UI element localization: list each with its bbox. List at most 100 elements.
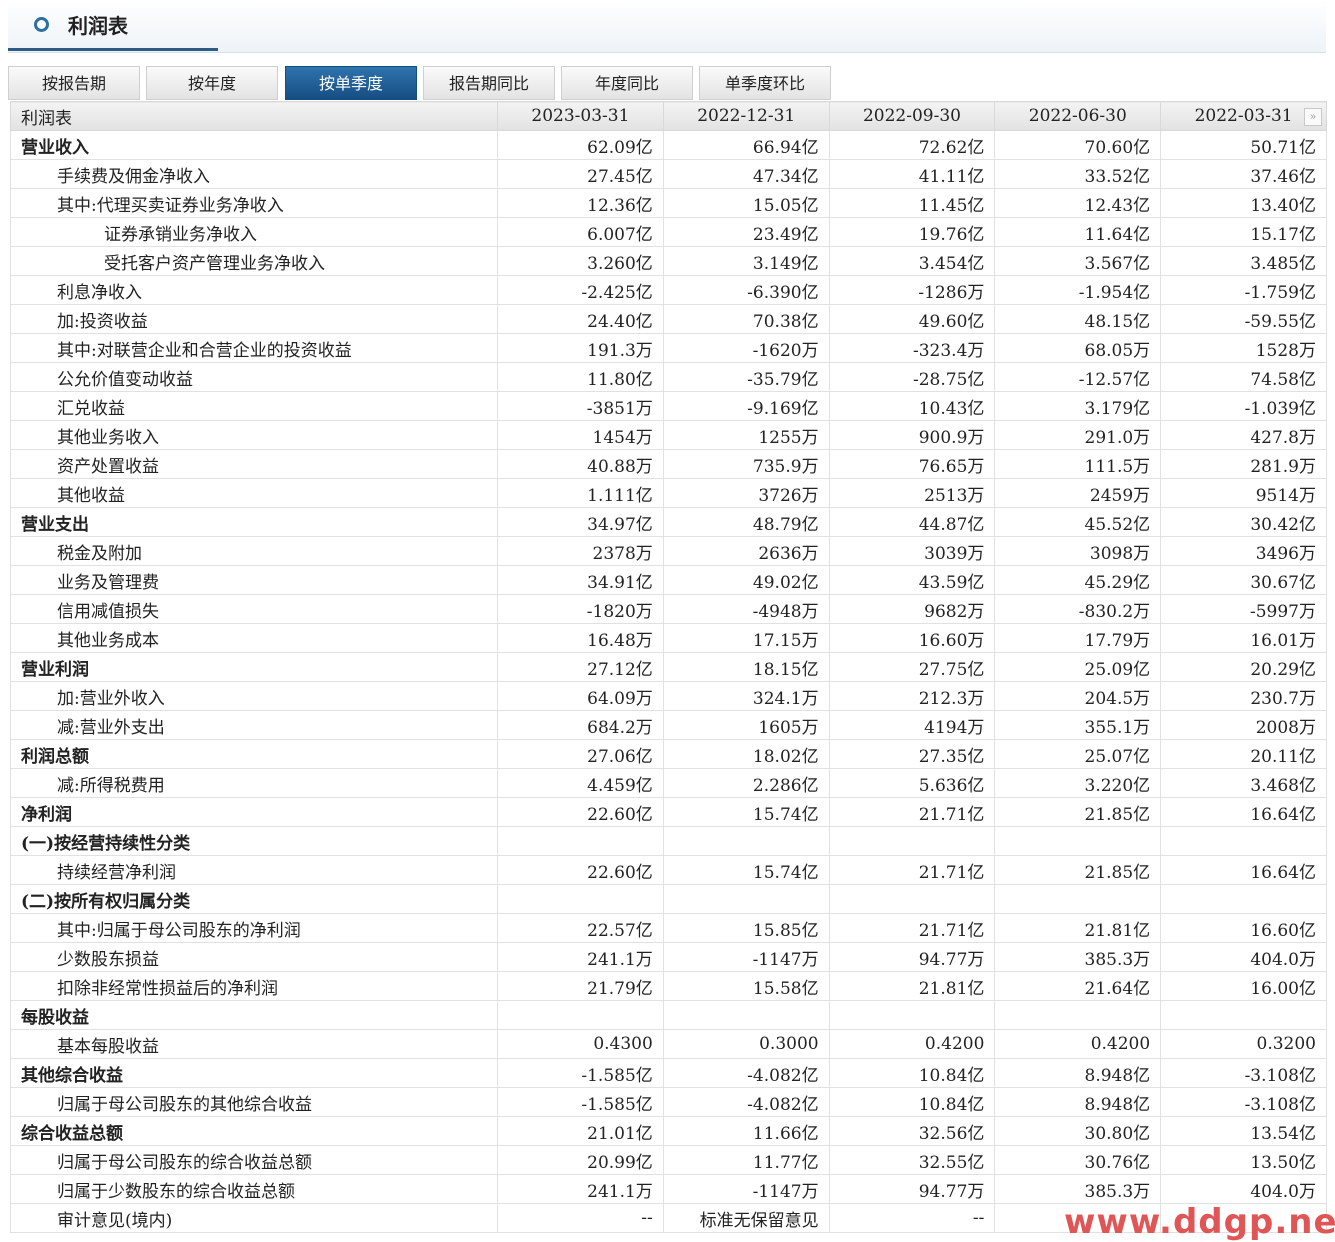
watermark: www.ddgp.net xyxy=(1064,1202,1335,1242)
cell-value: 0.3000 xyxy=(662,1029,830,1059)
cell-value: 15.74亿 xyxy=(662,797,830,827)
table-row: 利息净收入 -2.425亿 -6.390亿 -1286万 -1.954亿 -1.759亿 xyxy=(10,275,1327,305)
table-row: 基本每股收益 0.4300 0.3000 0.4200 0.4200 0.3200 xyxy=(10,1029,1327,1059)
cell-value: 427.8万 xyxy=(1160,420,1327,450)
table-row: 其他业务成本 16.48万 17.15万 16.60万 17.79万 16.01万 xyxy=(10,623,1327,653)
cell-value: 21.71亿 xyxy=(828,855,996,885)
cell-value: 76.65万 xyxy=(828,449,996,479)
cell-value: 684.2万 xyxy=(497,710,664,740)
cell-value: -1147万 xyxy=(662,1174,830,1204)
cell-value: 4194万 xyxy=(828,710,996,740)
cell-value: -35.79亿 xyxy=(662,362,830,392)
cell-value: 50.71亿 xyxy=(1160,130,1327,160)
row-label: 每股收益 xyxy=(10,1000,498,1030)
column-header: 2022-12-31 xyxy=(662,101,830,131)
table-row: (二)按所有权归属分类 xyxy=(10,884,1327,914)
row-label: 营业支出 xyxy=(10,507,498,537)
cell-value: 11.77亿 xyxy=(662,1145,830,1175)
tab-report-period-yoy[interactable]: 报告期同比 xyxy=(423,66,555,100)
cell-value xyxy=(1160,1000,1327,1030)
cell-value: 18.15亿 xyxy=(662,652,830,682)
cell-value: 16.60万 xyxy=(828,623,996,653)
tab-by-year[interactable]: 按年度 xyxy=(146,66,278,100)
table-row: 加:投资收益 24.40亿 70.38亿 49.60亿 48.15亿 -59.55亿 xyxy=(10,304,1327,334)
cell-value xyxy=(828,1000,996,1030)
row-label: 加:投资收益 xyxy=(10,304,498,334)
cell-value: 3.179亿 xyxy=(994,391,1162,421)
tab-annual-yoy[interactable]: 年度同比 xyxy=(561,66,693,100)
cell-value: -4948万 xyxy=(662,594,830,624)
cell-value: 900.9万 xyxy=(828,420,996,450)
cell-value: 16.60亿 xyxy=(1160,913,1327,943)
cell-value: -830.2万 xyxy=(994,594,1162,624)
cell-value xyxy=(994,884,1162,914)
row-label: (二)按所有权归属分类 xyxy=(10,884,498,914)
cell-value: 标准无保留意见 xyxy=(662,1203,830,1233)
row-label: 基本每股收益 xyxy=(10,1029,498,1059)
cell-value xyxy=(1160,884,1327,914)
cell-value: 44.87亿 xyxy=(828,507,996,537)
cell-value: 23.49亿 xyxy=(662,217,830,247)
cell-value: 10.84亿 xyxy=(828,1087,996,1117)
table-row: 扣除非经常性损益后的净利润 21.79亿 15.58亿 21.81亿 21.64亿 16.… xyxy=(10,971,1327,1001)
cell-value: -3.108亿 xyxy=(1160,1058,1327,1088)
header-underline xyxy=(8,48,218,51)
cell-value: 11.80亿 xyxy=(497,362,664,392)
table-row: 公允价值变动收益 11.80亿 -35.79亿 -28.75亿 -12.57亿 74.58… xyxy=(10,362,1327,392)
cell-value: -28.75亿 xyxy=(828,362,996,392)
cell-value: 20.11亿 xyxy=(1160,739,1327,769)
row-label: (一)按经营持续性分类 xyxy=(10,826,498,856)
cell-value: -1820万 xyxy=(497,594,664,624)
row-label: 证券承销业务净收入 xyxy=(10,217,498,247)
cell-value: 12.36亿 xyxy=(497,188,664,218)
tab-quarter-qoq[interactable]: 单季度环比 xyxy=(699,66,831,100)
cell-value: 3.567亿 xyxy=(994,246,1162,276)
page-title: 利润表 xyxy=(68,14,128,38)
column-header: 2023-03-31 xyxy=(497,101,664,131)
cell-value: 25.09亿 xyxy=(994,652,1162,682)
cell-value: 15.85亿 xyxy=(662,913,830,943)
cell-value: 735.9万 xyxy=(662,449,830,479)
cell-value: 10.84亿 xyxy=(828,1058,996,1088)
cell-value: 19.76亿 xyxy=(828,217,996,247)
cell-value: 13.50亿 xyxy=(1160,1145,1327,1175)
row-label: 受托客户资产管理业务净收入 xyxy=(10,246,498,276)
cell-value: 48.79亿 xyxy=(662,507,830,537)
cell-value: 0.4300 xyxy=(497,1029,664,1059)
cell-value: -4.082亿 xyxy=(662,1058,830,1088)
row-label: 营业收入 xyxy=(10,130,498,160)
cell-value: 34.91亿 xyxy=(497,565,664,595)
cell-value: 281.9万 xyxy=(1160,449,1327,479)
table-row: 归属于少数股东的综合收益总额 241.1万 -1147万 94.77万 385.3万 40… xyxy=(10,1174,1327,1204)
cell-value: -59.55亿 xyxy=(1160,304,1327,334)
cell-value: 70.60亿 xyxy=(994,130,1162,160)
row-label: 其中:对联营企业和合营企业的投资收益 xyxy=(10,333,498,363)
tab-by-report-period[interactable]: 按报告期 xyxy=(8,66,140,100)
cell-value: 0.4200 xyxy=(994,1029,1162,1059)
table-row: 其他业务收入 1454万 1255万 900.9万 291.0万 427.8万 xyxy=(10,420,1327,450)
cell-value: 11.64亿 xyxy=(994,217,1162,247)
cell-value: 8.948亿 xyxy=(994,1058,1162,1088)
tab-by-quarter[interactable]: 按单季度 xyxy=(285,66,417,100)
cell-value: 30.76亿 xyxy=(994,1145,1162,1175)
table-row: 持续经营净利润 22.60亿 15.74亿 21.71亿 21.85亿 16.64亿 xyxy=(10,855,1327,885)
cell-value: 21.81亿 xyxy=(828,971,996,1001)
cell-value: -12.57亿 xyxy=(994,362,1162,392)
cell-value: 10.43亿 xyxy=(828,391,996,421)
cell-value: 404.0万 xyxy=(1160,942,1327,972)
cell-value: -1.585亿 xyxy=(497,1087,664,1117)
cell-value: 21.85亿 xyxy=(994,797,1162,827)
cell-value: -1.585亿 xyxy=(497,1058,664,1088)
row-label: 少数股东损益 xyxy=(10,942,498,972)
cell-value: 204.5万 xyxy=(994,681,1162,711)
cell-value: 11.45亿 xyxy=(828,188,996,218)
cell-value: 33.52亿 xyxy=(994,159,1162,189)
cell-value: 27.06亿 xyxy=(497,739,664,769)
cell-value: 30.67亿 xyxy=(1160,565,1327,595)
cell-value: 15.17亿 xyxy=(1160,217,1327,247)
double-chevron-right-icon[interactable]: » xyxy=(1303,108,1322,126)
cell-value: 27.35亿 xyxy=(828,739,996,769)
cell-value: 27.45亿 xyxy=(497,159,664,189)
cell-value: 13.40亿 xyxy=(1160,188,1327,218)
cell-value: 230.7万 xyxy=(1160,681,1327,711)
